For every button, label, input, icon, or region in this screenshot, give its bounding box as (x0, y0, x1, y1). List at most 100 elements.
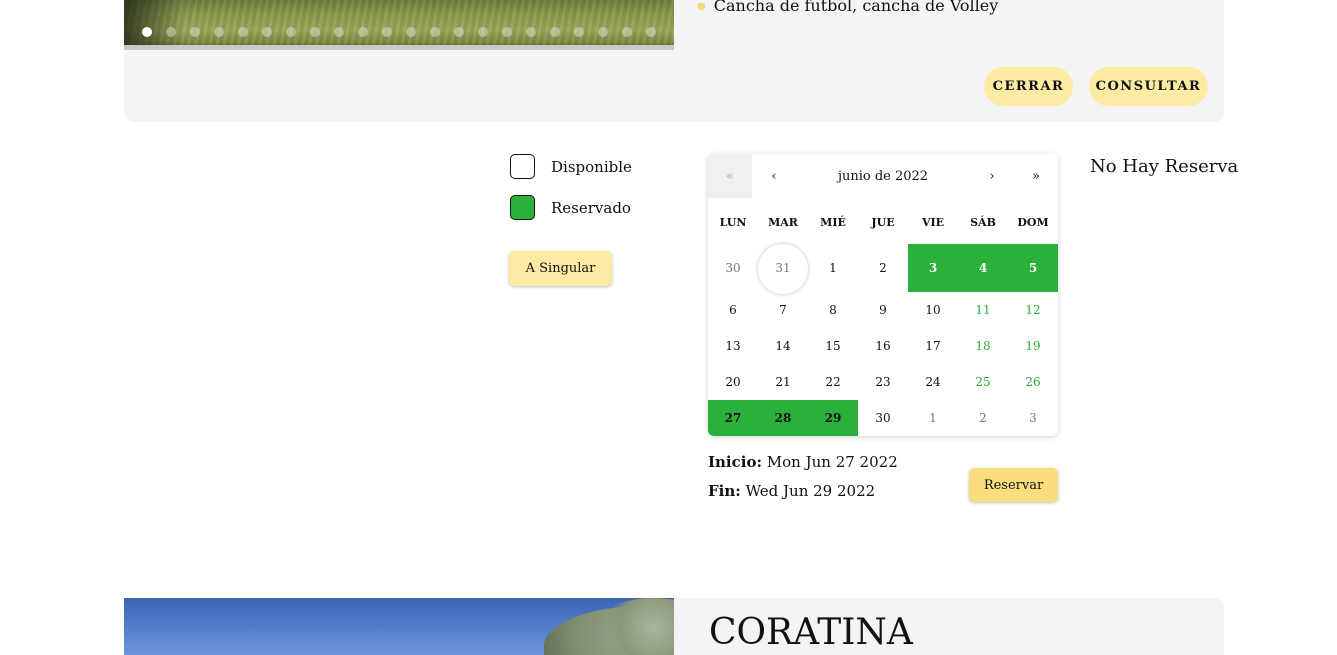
calendar-day[interactable]: 7 (758, 292, 808, 328)
calendar-day[interactable]: 17 (908, 328, 958, 364)
carousel-dot[interactable] (190, 27, 200, 37)
available-label: Disponible (551, 157, 632, 176)
carousel-dot[interactable] (214, 27, 224, 37)
calendar-day[interactable]: 31 (758, 244, 808, 294)
calendar-day[interactable]: 9 (858, 292, 908, 328)
carousel-dot[interactable] (454, 27, 464, 37)
day-number: 11 (975, 303, 991, 317)
next-listing-photo[interactable] (124, 598, 674, 655)
weekday-label: SÁB (970, 216, 996, 229)
calendar-day[interactable]: 30 (708, 244, 758, 292)
carousel-dot[interactable] (478, 27, 488, 37)
day-number: 10 (925, 303, 941, 317)
day-number: 1 (929, 411, 937, 425)
calendar-day[interactable]: 3 (908, 244, 958, 292)
calendar-day[interactable]: 11 (958, 292, 1008, 328)
start-value: Mon Jun 27 2022 (766, 453, 898, 471)
calendar-day[interactable]: 25 (958, 364, 1008, 400)
calendar-day[interactable]: 27 (708, 400, 758, 436)
day-number: 9 (879, 303, 887, 317)
next-year-button[interactable]: » (1014, 154, 1058, 198)
calendar-day[interactable]: 24 (908, 364, 958, 400)
carousel-dot[interactable] (406, 27, 416, 37)
calendar-week: 30 31 1 2 3 4 5 (708, 244, 1058, 294)
day-number: 20 (725, 375, 741, 389)
amenity-text: Cancha de futbol, cancha de Volley (713, 0, 999, 15)
day-number: 13 (725, 339, 741, 353)
prev-year-button[interactable]: « (708, 154, 752, 198)
day-number: 31 (775, 261, 791, 275)
calendar-day[interactable]: 16 (858, 328, 908, 364)
carousel-dot[interactable] (622, 27, 632, 37)
day-number: 8 (829, 303, 837, 317)
month-label[interactable]: junio de 2022 (796, 154, 970, 198)
calendar-day[interactable]: 22 (808, 364, 858, 400)
carousel-dot[interactable] (286, 27, 296, 37)
calendar-day[interactable]: 20 (708, 364, 758, 400)
calendar-day[interactable]: 21 (758, 364, 808, 400)
singular-button[interactable]: A Singular (509, 251, 612, 286)
calendar-day[interactable]: 14 (758, 328, 808, 364)
day-number: 27 (724, 411, 742, 425)
calendar-day[interactable]: 19 (1008, 328, 1058, 364)
weekday-label: MIÉ (820, 216, 846, 229)
calendar-day[interactable]: 4 (958, 244, 1008, 292)
calendar-day[interactable]: 18 (958, 328, 1008, 364)
calendar-nav: « ‹ junio de 2022 › » (708, 154, 1058, 198)
calendar-day[interactable]: 5 (1008, 244, 1058, 292)
listing-photo[interactable] (124, 0, 674, 50)
carousel-dot[interactable] (430, 27, 440, 37)
calendar-day[interactable]: 10 (908, 292, 958, 328)
day-number: 5 (1028, 261, 1038, 275)
prev-month-button[interactable]: ‹ (752, 154, 796, 198)
carousel-dot[interactable] (262, 27, 272, 37)
calendar-day[interactable]: 6 (708, 292, 758, 328)
calendar-day[interactable]: 2 (958, 400, 1008, 436)
calendar-day[interactable]: 1 (808, 244, 858, 292)
amenity-item: ● Cancha de futbol, cancha de Volley (697, 0, 998, 15)
day-number: 15 (825, 339, 841, 353)
calendar-day[interactable]: 23 (858, 364, 908, 400)
day-number: 12 (1025, 303, 1041, 317)
carousel-dot[interactable] (166, 27, 176, 37)
calendar-day[interactable]: 2 (858, 244, 908, 292)
calendar-day[interactable]: 1 (908, 400, 958, 436)
carousel-dot[interactable] (142, 27, 152, 37)
carousel-dot[interactable] (238, 27, 248, 37)
consult-button[interactable]: CONSULTAR (1089, 67, 1208, 106)
day-number: 19 (1025, 339, 1041, 353)
reserve-button[interactable]: Reservar (969, 468, 1058, 502)
next-month-button[interactable]: › (970, 154, 1014, 198)
day-number: 7 (779, 303, 787, 317)
reserved-label: Reservado (551, 198, 631, 217)
carousel-dot[interactable] (310, 27, 320, 37)
calendar-day[interactable]: 13 (708, 328, 758, 364)
carousel-dot[interactable] (550, 27, 560, 37)
carousel-dot[interactable] (598, 27, 608, 37)
calendar-day[interactable]: 26 (1008, 364, 1058, 400)
listing-title[interactable]: CORATINA (709, 612, 913, 653)
calendar-day[interactable]: 12 (1008, 292, 1058, 328)
calendar-day[interactable]: 8 (808, 292, 858, 328)
day-number: 21 (775, 375, 791, 389)
calendar-day[interactable]: 3 (1008, 400, 1058, 436)
day-number: 6 (729, 303, 737, 317)
carousel-dot[interactable] (382, 27, 392, 37)
carousel-dot[interactable] (358, 27, 368, 37)
carousel-dot[interactable] (574, 27, 584, 37)
day-number: 3 (1029, 411, 1037, 425)
day-number: 18 (975, 339, 991, 353)
carousel-dot[interactable] (646, 27, 656, 37)
calendar-day[interactable]: 15 (808, 328, 858, 364)
calendar-day[interactable]: 29 (808, 400, 858, 436)
weekday-label: DOM (1017, 216, 1049, 229)
carousel-dot[interactable] (502, 27, 512, 37)
day-number: 25 (975, 375, 991, 389)
carousel-dot[interactable] (334, 27, 344, 37)
calendar-day[interactable]: 30 (858, 400, 908, 436)
available-swatch (510, 154, 535, 179)
close-button[interactable]: CERRAR (984, 67, 1073, 106)
end-date: Fin: Wed Jun 29 2022 (708, 482, 875, 500)
carousel-dot[interactable] (526, 27, 536, 37)
calendar-day[interactable]: 28 (758, 400, 808, 436)
